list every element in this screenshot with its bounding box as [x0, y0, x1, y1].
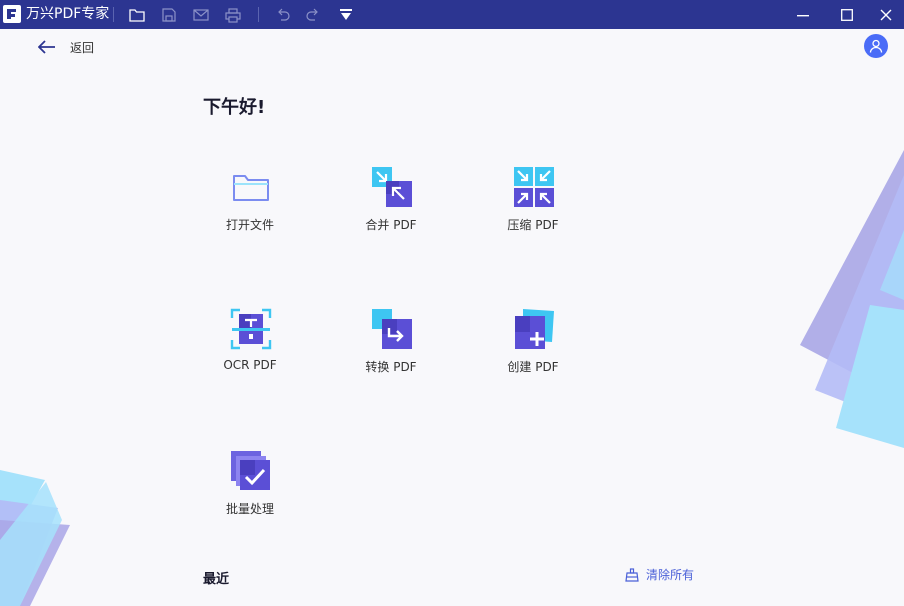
recent-section-title: 最近 [203, 572, 230, 587]
close-button[interactable] [864, 0, 904, 29]
tool-ocr-pdf[interactable]: OCR PDF [195, 308, 305, 392]
tool-create-pdf-label: 创建 PDF [507, 360, 559, 374]
open-folder-icon [129, 9, 145, 22]
quick-access-dropdown-icon [340, 9, 352, 20]
print-button[interactable] [223, 5, 243, 25]
ocr-pdf-icon [230, 308, 272, 350]
tool-ocr-pdf-label: OCR PDF [223, 358, 277, 372]
create-pdf-icon [515, 309, 554, 349]
batch-process-icon [231, 451, 270, 490]
merge-pdf-icon [372, 167, 412, 207]
tool-batch-process[interactable]: 批量处理 [195, 450, 305, 534]
app-logo-icon [3, 5, 21, 23]
tool-open-file-label: 打开文件 [225, 218, 274, 232]
redo-icon [306, 8, 318, 21]
tool-create-pdf[interactable]: 创建 PDF [478, 308, 588, 392]
arrow-left-icon [38, 40, 55, 54]
title-bar: 万兴PDF专家 [0, 0, 904, 29]
tool-compress-pdf[interactable]: 压缩 PDF [478, 166, 588, 250]
email-button[interactable] [191, 5, 211, 25]
maximize-button[interactable] [825, 0, 869, 29]
tool-batch-process-label: 批量处理 [225, 502, 274, 516]
print-icon [225, 7, 241, 23]
user-avatar-button[interactable] [864, 34, 888, 58]
toolbar-divider [258, 7, 259, 22]
close-icon [880, 9, 892, 20]
email-icon [193, 9, 209, 21]
app-title: 万兴PDF专家 [26, 6, 110, 22]
decorative-background [0, 150, 904, 606]
tool-compress-pdf-label: 压缩 PDF [507, 218, 559, 232]
minimize-icon [797, 14, 809, 16]
user-icon [869, 39, 883, 53]
tool-convert-pdf-label: 转换 PDF [365, 360, 417, 374]
greeting-heading: 下午好! [203, 97, 266, 118]
save-button[interactable] [159, 5, 179, 25]
convert-pdf-icon [372, 309, 412, 349]
redo-button[interactable] [303, 5, 323, 25]
tool-open-file[interactable]: 打开文件 [195, 166, 305, 250]
toolbar-divider [113, 7, 114, 22]
minimize-button[interactable] [781, 0, 825, 29]
save-icon [162, 8, 176, 22]
maximize-icon [841, 8, 853, 21]
open-folder-button[interactable] [127, 5, 147, 25]
compress-pdf-icon [514, 167, 554, 207]
undo-icon [278, 8, 290, 21]
tool-merge-pdf[interactable]: 合并 PDF [336, 166, 446, 250]
back-button[interactable]: 返回 [38, 37, 94, 57]
broom-icon [625, 567, 639, 582]
quick-access-dropdown[interactable] [336, 5, 356, 25]
tool-merge-pdf-label: 合并 PDF [365, 218, 417, 232]
back-label: 返回 [70, 40, 95, 55]
folder-icon [233, 175, 269, 201]
tool-convert-pdf[interactable]: 转换 PDF [336, 308, 446, 392]
clear-all-button[interactable]: 清除所有 [625, 566, 694, 583]
undo-button[interactable] [273, 5, 293, 25]
clear-all-label: 清除所有 [646, 568, 695, 582]
